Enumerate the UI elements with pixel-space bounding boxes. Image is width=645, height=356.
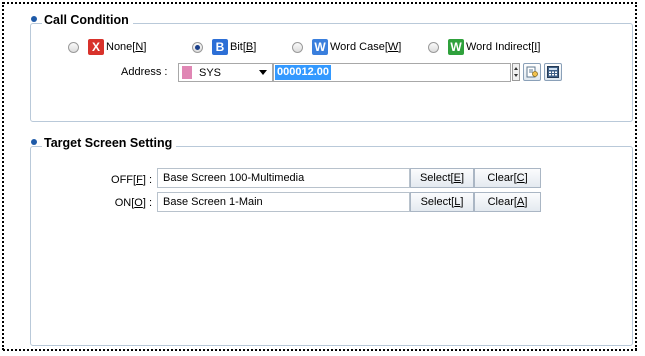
on-select-button[interactable]: Select[L] [410, 192, 474, 212]
call-condition-title: Call Condition [42, 12, 133, 28]
radio-word-indirect[interactable]: W Word Indirect[I] [428, 38, 540, 56]
off-select-button[interactable]: Select[E] [410, 168, 474, 188]
address-label: Address : [121, 66, 168, 78]
chevron-down-icon[interactable] [259, 70, 267, 75]
on-label: ON[O] : [114, 197, 152, 209]
radio-bit[interactable]: B Bit[B] [192, 38, 256, 56]
radio-word-case-button[interactable] [292, 41, 303, 53]
off-clear-button[interactable]: Clear[C] [474, 168, 541, 188]
bit-icon: B [212, 39, 228, 55]
call-condition-bullet-icon [31, 16, 37, 22]
off-label: OFF[F] : [111, 174, 152, 186]
address-input[interactable]: 000012.00 [273, 63, 511, 82]
radio-none-label: None[N] [106, 41, 147, 53]
radio-word-case-label: Word Case[W] [330, 41, 402, 53]
x-icon: X [88, 39, 104, 55]
radio-word-indirect-label: Word Indirect[I] [466, 41, 541, 53]
radio-bit-button[interactable] [192, 41, 203, 53]
tag-browser-icon [526, 66, 538, 78]
on-clear-button[interactable]: Clear[A] [474, 192, 541, 212]
radio-bit-label: Bit[B] [230, 41, 257, 53]
radio-none-button[interactable] [68, 41, 79, 53]
word-indirect-icon: W [448, 39, 464, 55]
address-input-value: 000012.00 [275, 65, 331, 80]
radio-word-indirect-button[interactable] [428, 41, 439, 53]
word-case-icon: W [312, 39, 328, 55]
address-spinner[interactable] [512, 63, 520, 81]
device-combobox-value: SYS [199, 66, 222, 79]
spin-down-icon[interactable] [514, 74, 518, 77]
keypad-icon [547, 66, 559, 78]
device-combobox[interactable]: SYS [178, 63, 273, 82]
radio-none[interactable]: X None[N] [68, 38, 146, 56]
device-swatch-icon [182, 66, 192, 79]
target-screen-title: Target Screen Setting [42, 135, 177, 151]
keypad-button[interactable] [544, 63, 562, 81]
radio-word-case[interactable]: W Word Case[W] [292, 38, 401, 56]
off-screen-input[interactable]: Base Screen 100-Multimedia [157, 168, 410, 188]
spin-up-icon[interactable] [514, 67, 518, 70]
on-screen-input[interactable]: Base Screen 1-Main [157, 192, 410, 212]
device-browser-button[interactable] [523, 63, 541, 81]
target-screen-bullet-icon [31, 139, 37, 145]
